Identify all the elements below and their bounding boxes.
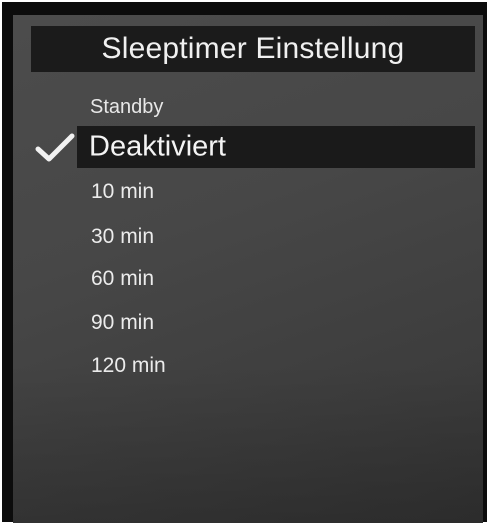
option-label: Deaktiviert [89,130,226,163]
option-deaktiviert[interactable]: Deaktiviert [13,126,483,168]
option-label: 60 min [91,267,155,290]
option-label: 30 min [91,225,155,248]
option-60-min[interactable]: 60 min [13,258,483,300]
option-90-min[interactable]: 90 min [13,302,483,344]
option-30-min[interactable]: 30 min [13,216,483,258]
option-label: 120 min [91,354,166,377]
sleeptimer-dialog: Sleeptimer Einstellung Standby Deaktivie… [13,15,483,523]
option-label: 90 min [91,311,155,334]
check-icon [35,133,75,162]
tv-screen-frame: Sleeptimer Einstellung Standby Deaktivie… [2,2,487,523]
sleeptimer-options-list: Deaktiviert 10 min 30 min 60 min 90 min … [13,15,483,523]
option-120-min[interactable]: 120 min [13,345,483,387]
option-10-min[interactable]: 10 min [13,171,483,213]
option-label: 10 min [91,180,155,203]
